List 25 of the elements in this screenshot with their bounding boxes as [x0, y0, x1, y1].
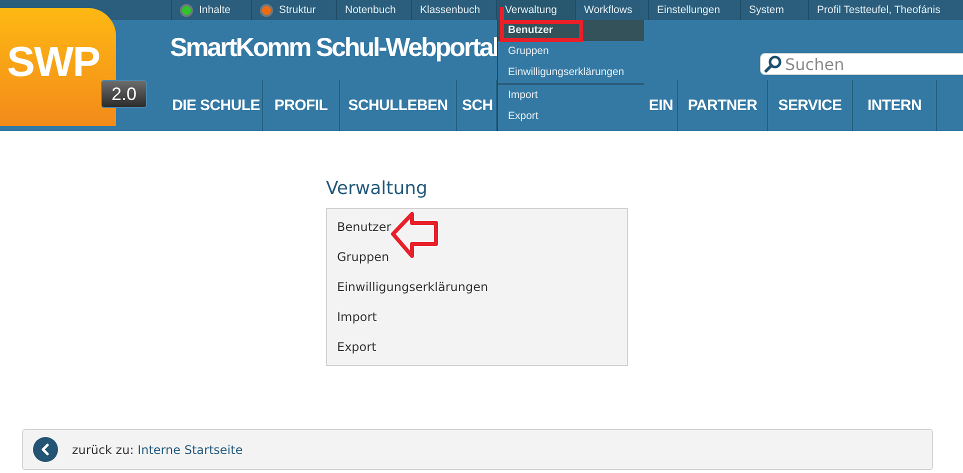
menu-item[interactable]: Notenbuch — [336, 0, 411, 20]
menu-link[interactable]: Benutzer — [327, 212, 627, 242]
search-field[interactable]: Suchen — [760, 53, 963, 75]
site-title: SmartKomm Schul-Webportal — [170, 32, 498, 63]
menu-item[interactable]: Einstellungen — [648, 0, 740, 20]
menu-link[interactable]: Export — [327, 332, 627, 362]
menu-link[interactable]: Import — [327, 302, 627, 332]
page-heading: Verwaltung — [326, 178, 428, 199]
menu-label: Inhalte — [199, 4, 231, 16]
menu-item[interactable]: System — [740, 0, 808, 20]
search-icon — [764, 55, 782, 73]
back-link[interactable]: zurück zu: Interne Startseite — [72, 442, 243, 456]
menu-label: Struktur — [279, 4, 316, 16]
version-badge: 2.0 — [101, 80, 147, 108]
menu-item[interactable]: Struktur — [251, 0, 336, 20]
menu-item[interactable]: Profil Testteufel, Theofánis — [808, 0, 948, 20]
dropdown-item[interactable]: Import — [498, 85, 644, 106]
dropdown-item[interactable]: Einwilligungserklärungen — [498, 62, 644, 83]
dropdown-item[interactable]: Export — [498, 106, 644, 127]
back-icon[interactable] — [33, 437, 58, 462]
menu-link[interactable]: Gruppen — [327, 242, 627, 272]
dropdown-item[interactable]: Gruppen — [498, 41, 644, 62]
menu-item[interactable]: Verwaltung — [496, 0, 575, 20]
menu-item[interactable]: Inhalte — [171, 0, 251, 20]
menu-link[interactable]: Einwilligungserklärungen — [327, 272, 627, 302]
